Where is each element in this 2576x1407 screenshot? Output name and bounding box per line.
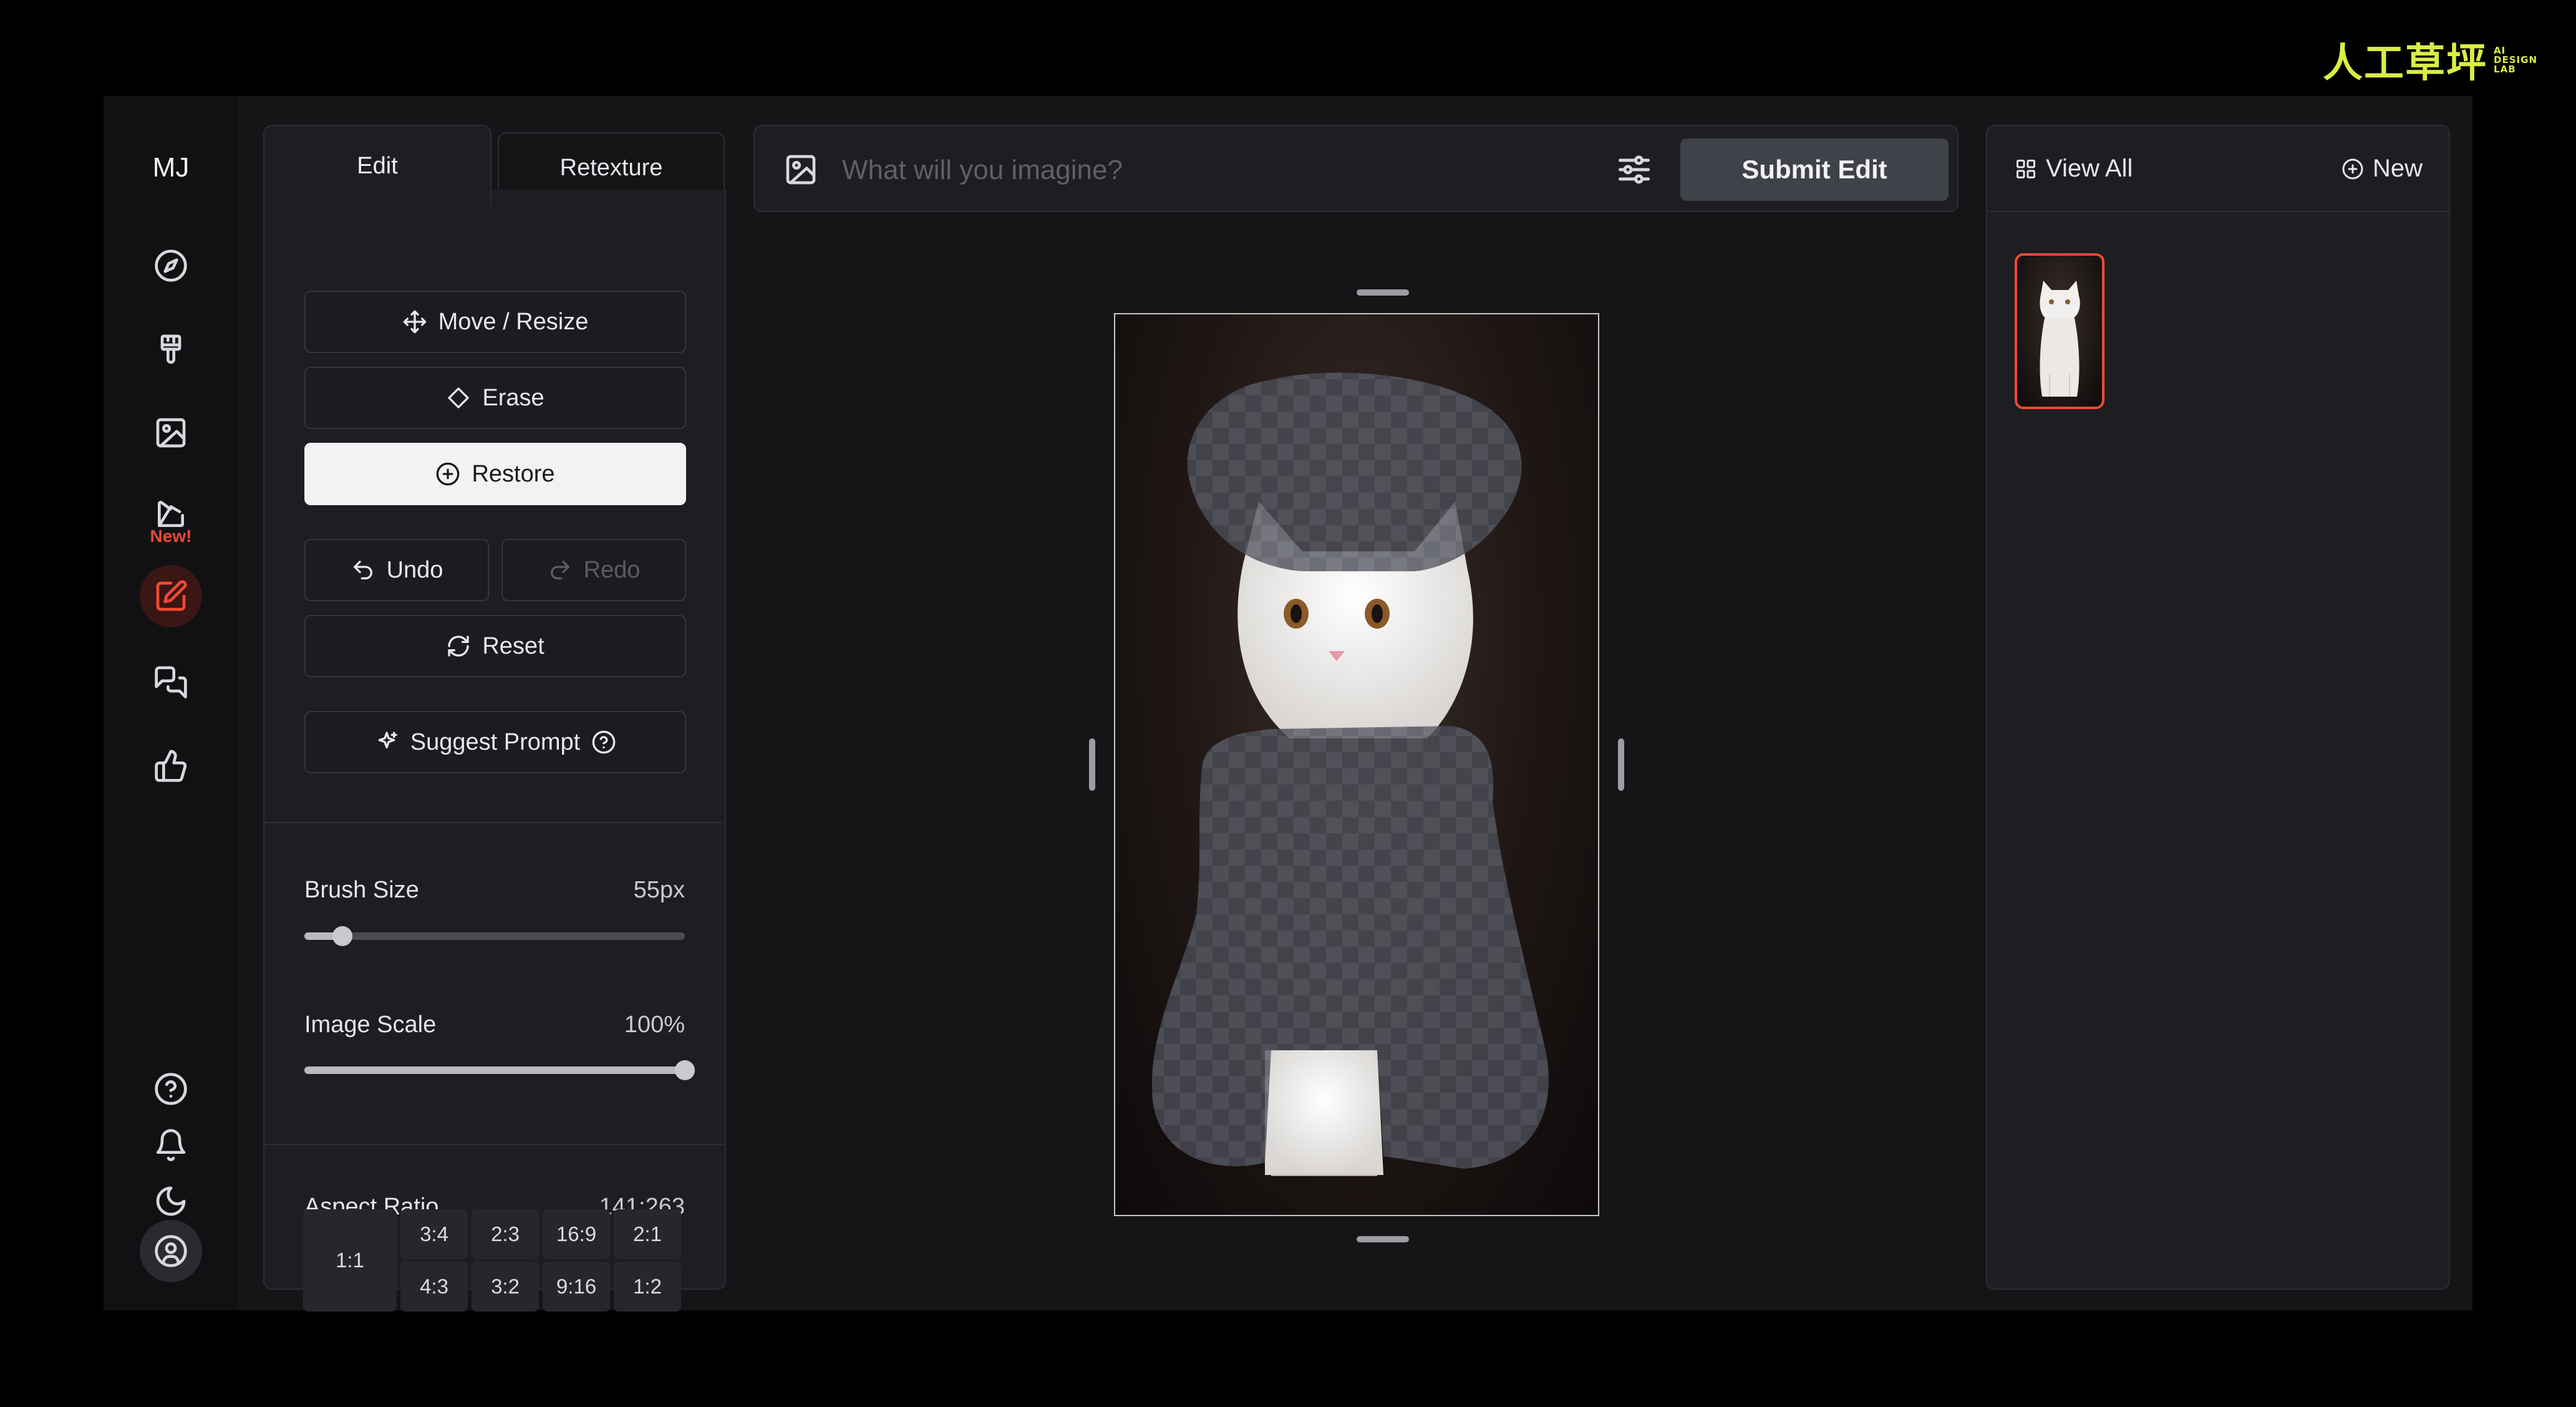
refresh-icon [448, 636, 470, 657]
sliders-icon[interactable] [1615, 151, 1653, 188]
move-resize-button[interactable]: Move / Resize [304, 291, 686, 353]
mask-region [1187, 372, 1522, 571]
ratio-option[interactable]: 16:9 [543, 1209, 610, 1259]
gallery-panel: View All New [1986, 125, 2450, 1290]
ratio-option[interactable]: 9:16 [543, 1262, 610, 1312]
restore-label: Restore [472, 460, 555, 487]
reset-label: Reset [482, 632, 545, 659]
new-badge: New! [150, 526, 192, 546]
ratio-option[interactable]: 3:4 [400, 1209, 468, 1259]
gallery-thumbnail[interactable] [2015, 253, 2104, 409]
image-icon[interactable] [783, 152, 818, 187]
image-scale-label: Image Scale [304, 1012, 437, 1038]
paintbrush-icon[interactable] [146, 324, 196, 374]
sparkle-icon [378, 732, 397, 748]
ratio-option[interactable]: 2:1 [614, 1209, 681, 1259]
cat-paws [1265, 1050, 1383, 1175]
brush-size-value: 55px [633, 877, 685, 903]
ratio-option[interactable]: 1:2 [614, 1262, 681, 1312]
eraser-icon [448, 387, 470, 409]
brush-size-slider[interactable] [304, 926, 685, 946]
thumbs-up-icon[interactable] [146, 741, 196, 791]
view-all-label: View All [2046, 155, 2133, 182]
edit-panel-body: Move / Resize Erase Restore Undo Redo Re… [263, 190, 726, 1290]
prompt-bar: Submit Edit [753, 125, 1959, 212]
edit-icon[interactable] [140, 565, 202, 627]
image-scale-fill [304, 1066, 685, 1074]
ratio-option[interactable]: 3:2 [472, 1262, 539, 1312]
move-resize-label: Move / Resize [438, 308, 589, 335]
brand-logo-english: AI DESIGN LAB [2494, 46, 2537, 74]
cat-thumbnail-image [2040, 281, 2080, 397]
nav-rail: MJ New! [104, 96, 238, 1310]
divider [264, 1144, 725, 1145]
brand-logo: 人工草坪 AI DESIGN LAB [2323, 31, 2537, 89]
ratio-option[interactable]: 2:3 [472, 1209, 539, 1259]
resize-handle-left[interactable] [1089, 738, 1095, 791]
suggest-prompt-button[interactable]: Suggest Prompt [304, 711, 686, 773]
redo-icon [550, 561, 569, 579]
aspect-ratio-grid: 1:1 3:4 2:3 16:9 2:1 4:3 3:2 9:16 1:2 [303, 1209, 685, 1312]
help-circle-icon[interactable] [591, 730, 616, 755]
help-icon[interactable] [146, 1064, 196, 1114]
cat-image [1151, 372, 1549, 1176]
erase-label: Erase [482, 384, 545, 411]
moon-icon[interactable] [146, 1176, 196, 1226]
view-all-button[interactable]: View All [2015, 155, 2133, 183]
app-logo[interactable]: MJ [104, 152, 238, 183]
image-scale-value: 100% [624, 1012, 685, 1038]
restore-button[interactable]: Restore [304, 443, 686, 505]
redo-button[interactable]: Redo [501, 539, 686, 601]
brush-size-label: Brush Size [304, 877, 419, 903]
brand-line: LAB [2494, 63, 2516, 75]
ratio-option[interactable]: 4:3 [400, 1262, 468, 1312]
new-button[interactable]: New [2341, 155, 2423, 183]
plus-circle-icon [2342, 158, 2363, 179]
user-circle-icon[interactable] [140, 1220, 202, 1282]
move-icon [403, 310, 426, 334]
prompt-input[interactable] [841, 147, 1654, 193]
image-scale-thumb[interactable] [675, 1060, 695, 1080]
reset-button[interactable]: Reset [304, 615, 686, 677]
undo-button[interactable]: Undo [304, 539, 489, 601]
undo-icon [353, 561, 372, 579]
compass-icon[interactable] [146, 241, 196, 291]
new-label: New [2372, 155, 2423, 182]
edit-panel: Edit Retexture Move / Resize Erase Resto… [263, 125, 726, 1312]
app-window: MJ New! Edit Retexture Move / Resize Era… [104, 96, 2472, 1312]
erase-button[interactable]: Erase [304, 367, 686, 429]
resize-handle-right[interactable] [1618, 738, 1624, 791]
image-scale-slider[interactable] [304, 1060, 695, 1080]
chat-icon[interactable] [146, 657, 196, 707]
plus-circle-icon [437, 462, 460, 486]
edit-canvas[interactable] [1114, 313, 1599, 1216]
redo-label: Redo [583, 556, 641, 583]
undo-label: Undo [386, 556, 443, 583]
brush-size-thumb[interactable] [332, 926, 352, 946]
tab-edit[interactable]: Edit [263, 125, 491, 206]
submit-edit-button[interactable]: Submit Edit [1680, 138, 1949, 201]
resize-handle-bottom[interactable] [1357, 1236, 1409, 1242]
gallery-header: View All New [1987, 126, 2449, 212]
resize-handle-top[interactable] [1357, 289, 1409, 296]
grid-icon [2017, 159, 2035, 178]
divider [264, 822, 725, 823]
brand-logo-chinese: 人工草坪 [2323, 41, 2488, 87]
suggest-prompt-label: Suggest Prompt [410, 728, 581, 755]
image-icon[interactable] [146, 408, 196, 458]
ratio-option[interactable]: 1:1 [303, 1209, 397, 1312]
bell-icon[interactable] [146, 1120, 196, 1170]
